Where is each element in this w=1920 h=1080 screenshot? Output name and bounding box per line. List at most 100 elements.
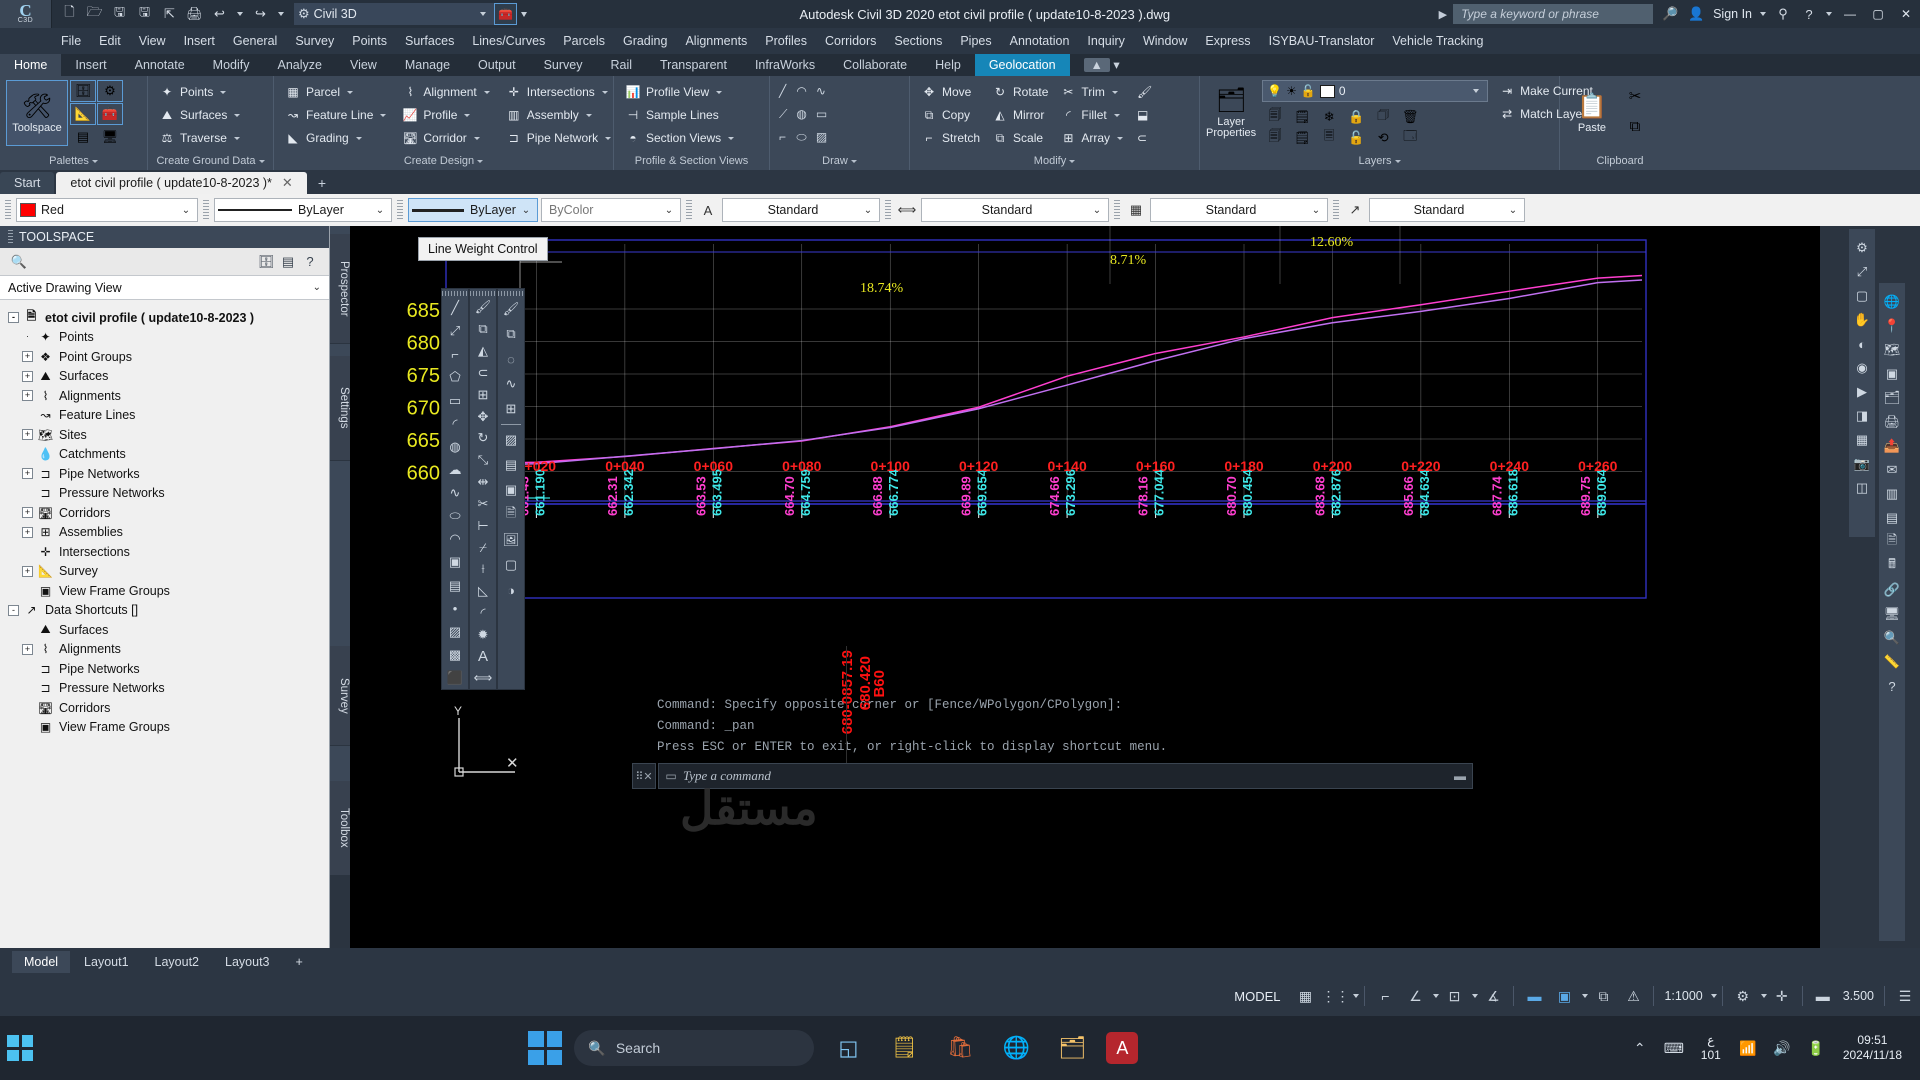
line-icon[interactable]: ╱ (442, 297, 468, 319)
revcloud-icon[interactable]: ☁ (442, 459, 468, 481)
zoom-extents-icon[interactable]: ⤢ (1849, 260, 1875, 284)
open-icon[interactable]: 🗁 (83, 3, 106, 25)
new-icon[interactable]: 🗋 (58, 3, 81, 25)
tree-expander-icon[interactable]: + (22, 429, 33, 441)
stretch-icon[interactable]: ⇹ (470, 472, 496, 493)
plot-preview-icon[interactable]: 🖨 (1879, 410, 1905, 434)
qat-overflow-icon[interactable] (521, 11, 527, 17)
text-icon[interactable]: A (470, 646, 496, 667)
underlay-icon[interactable]: ▢ (498, 553, 524, 577)
circle-icon[interactable]: ◍ (442, 436, 468, 458)
external-refs-icon[interactable]: 🔗 (1879, 578, 1905, 602)
map-aerial-icon[interactable]: 🗺 (1879, 338, 1905, 362)
menu-item-profiles[interactable]: Profiles (756, 28, 816, 54)
layout-tab-model[interactable]: Model (12, 951, 71, 973)
textstyle-control[interactable]: Standard ⌄ (722, 198, 880, 222)
ribbon-tab-modify[interactable]: Modify (199, 54, 264, 76)
image-icon[interactable]: 🖼 (498, 528, 524, 552)
toolspace-tab-prospector[interactable]: Prospector (330, 234, 350, 344)
scale-chevron-icon[interactable] (1710, 994, 1717, 998)
toolspace-tab-survey[interactable]: Survey (330, 646, 350, 746)
zoom-window-icon[interactable]: ▢ (1849, 284, 1875, 308)
chevron-down-icon[interactable] (483, 90, 490, 94)
lineweight-control[interactable]: ByLayer ⌄ (408, 198, 538, 222)
layer-off-icon[interactable]: 🗒 (1289, 107, 1315, 127)
menu-item-surfaces[interactable]: Surfaces (396, 28, 463, 54)
copy-object-icon[interactable]: ⧉ (498, 322, 524, 346)
search-input[interactable]: Type a keyword or phrase (1453, 4, 1654, 24)
rotate-icon[interactable]: ↻ (470, 428, 496, 449)
redo-dropdown-icon[interactable] (278, 12, 284, 16)
tree-expander-icon[interactable] (22, 702, 33, 713)
offset-icon[interactable]: ⊂ (470, 362, 496, 383)
ribbon-tab-output[interactable]: Output (464, 54, 530, 76)
ribbon-tab-geolocation[interactable]: Geolocation (974, 54, 1070, 76)
chevron-down-icon[interactable] (1113, 113, 1120, 117)
chevron-down-icon[interactable] (601, 90, 608, 94)
user-account-icon[interactable]: 👤 (1683, 0, 1709, 28)
hatch-icon[interactable]: ▨ (813, 126, 832, 148)
tree-node-point-groups[interactable]: + ❖ Point Groups (8, 347, 329, 367)
new-tab-button[interactable]: + (309, 172, 335, 194)
grid-icon[interactable]: ▦ (1290, 976, 1320, 1016)
tree-node-data-shortcuts-[interactable]: - ↗ Data Shortcuts [] (8, 601, 329, 621)
construction-line-icon[interactable]: ⤢ (442, 320, 468, 342)
notes-icon[interactable]: 🗒 (882, 1026, 926, 1070)
customize-icon[interactable]: ☰ (1890, 976, 1920, 1016)
toolbar-grip[interactable] (1114, 200, 1120, 220)
linetype-control[interactable]: ByLayer ⌄ (214, 198, 392, 222)
trim-button[interactable]: ✂ Trim (1055, 81, 1128, 103)
trim-icon[interactable]: ✂ (470, 493, 496, 514)
chevron-down-icon[interactable]: ⌄ (178, 205, 194, 216)
line-icon[interactable]: ╱ (776, 80, 792, 102)
tree-expander-icon[interactable] (22, 488, 33, 499)
feature-line-button[interactable]: ↝ Feature Line (280, 104, 391, 126)
scale-button[interactable]: ⧉ Scale (987, 127, 1053, 149)
copy-button[interactable]: ⧉ Copy (916, 104, 985, 126)
add-icon[interactable]: ✛ (1767, 976, 1797, 1016)
circle-icon[interactable]: ◍ (793, 103, 811, 125)
pipe-network-button[interactable]: ⊐ Pipe Network (501, 127, 616, 149)
saveas-icon[interactable]: 🖫 (133, 3, 156, 25)
workspace-settings-icon[interactable]: ⚙ (1849, 236, 1875, 260)
language-indicator[interactable]: ع 101 (1695, 1033, 1727, 1063)
arc-icon[interactable]: ◜ (442, 413, 468, 435)
edit-hatch-icon[interactable]: ▨ (498, 428, 524, 452)
plot-icon[interactable]: 🖨 (183, 3, 206, 25)
chevron-down-icon[interactable] (1111, 90, 1118, 94)
ribbon-tab-annotate[interactable]: Annotate (121, 54, 199, 76)
ellipse-icon[interactable]: ⬭ (442, 505, 468, 527)
parcel-button[interactable]: ▦ Parcel (280, 81, 391, 103)
collapse-all-icon[interactable]: 🗄 (255, 251, 277, 273)
panel-expand-icon[interactable] (1394, 159, 1401, 163)
chevron-down-icon[interactable] (716, 90, 723, 94)
polyline-icon[interactable]: ⌐ (442, 343, 468, 365)
panel-expand-icon[interactable] (850, 159, 857, 163)
chevron-down-icon[interactable] (347, 90, 354, 94)
tree-node-catchments[interactable]: 💧 Catchments (8, 445, 329, 465)
menu-item-vehicle-tracking[interactable]: Vehicle Tracking (1383, 28, 1492, 54)
menu-item-isybau-translator[interactable]: ISYBAU-Translator (1260, 28, 1384, 54)
ribbon-tab-view[interactable]: View (336, 54, 391, 76)
snap-chevron-icon[interactable] (1353, 994, 1360, 998)
ribbon-tab-analyze[interactable]: Analyze (263, 54, 335, 76)
chevron-down-icon[interactable] (233, 136, 240, 140)
chevron-down-icon[interactable] (234, 113, 241, 117)
help-icon[interactable]: ? (1796, 0, 1822, 28)
menu-item-general[interactable]: General (224, 28, 286, 54)
prospector-icon[interactable]: 🗄 (70, 80, 96, 102)
spline-icon[interactable]: ∿ (442, 482, 468, 504)
ribbon-minimize-icon[interactable]: ▲ ▾ (1070, 54, 1134, 76)
lineweight-icon[interactable]: ▬ (1519, 976, 1549, 1016)
clock[interactable]: 09:51 2024/11/18 (1837, 1033, 1908, 1063)
intersections-button[interactable]: ✛ Intersections (501, 81, 616, 103)
toolbar-grip[interactable] (442, 291, 468, 296)
hatch-icon[interactable]: ▨ (442, 621, 468, 643)
layer-isolate-icon[interactable]: 🗐 (1262, 107, 1288, 127)
dimension-icon[interactable]: ⟺ (470, 668, 496, 689)
dimstyle-control[interactable]: Standard ⌄ (921, 198, 1109, 222)
menu-item-annotation[interactable]: Annotation (1001, 28, 1079, 54)
tree-node-intersections[interactable]: ✛ Intersections (8, 542, 329, 562)
tablestyle-control[interactable]: Standard ⌄ (1150, 198, 1328, 222)
multileader-style-icon[interactable]: ↗ (1344, 198, 1366, 222)
